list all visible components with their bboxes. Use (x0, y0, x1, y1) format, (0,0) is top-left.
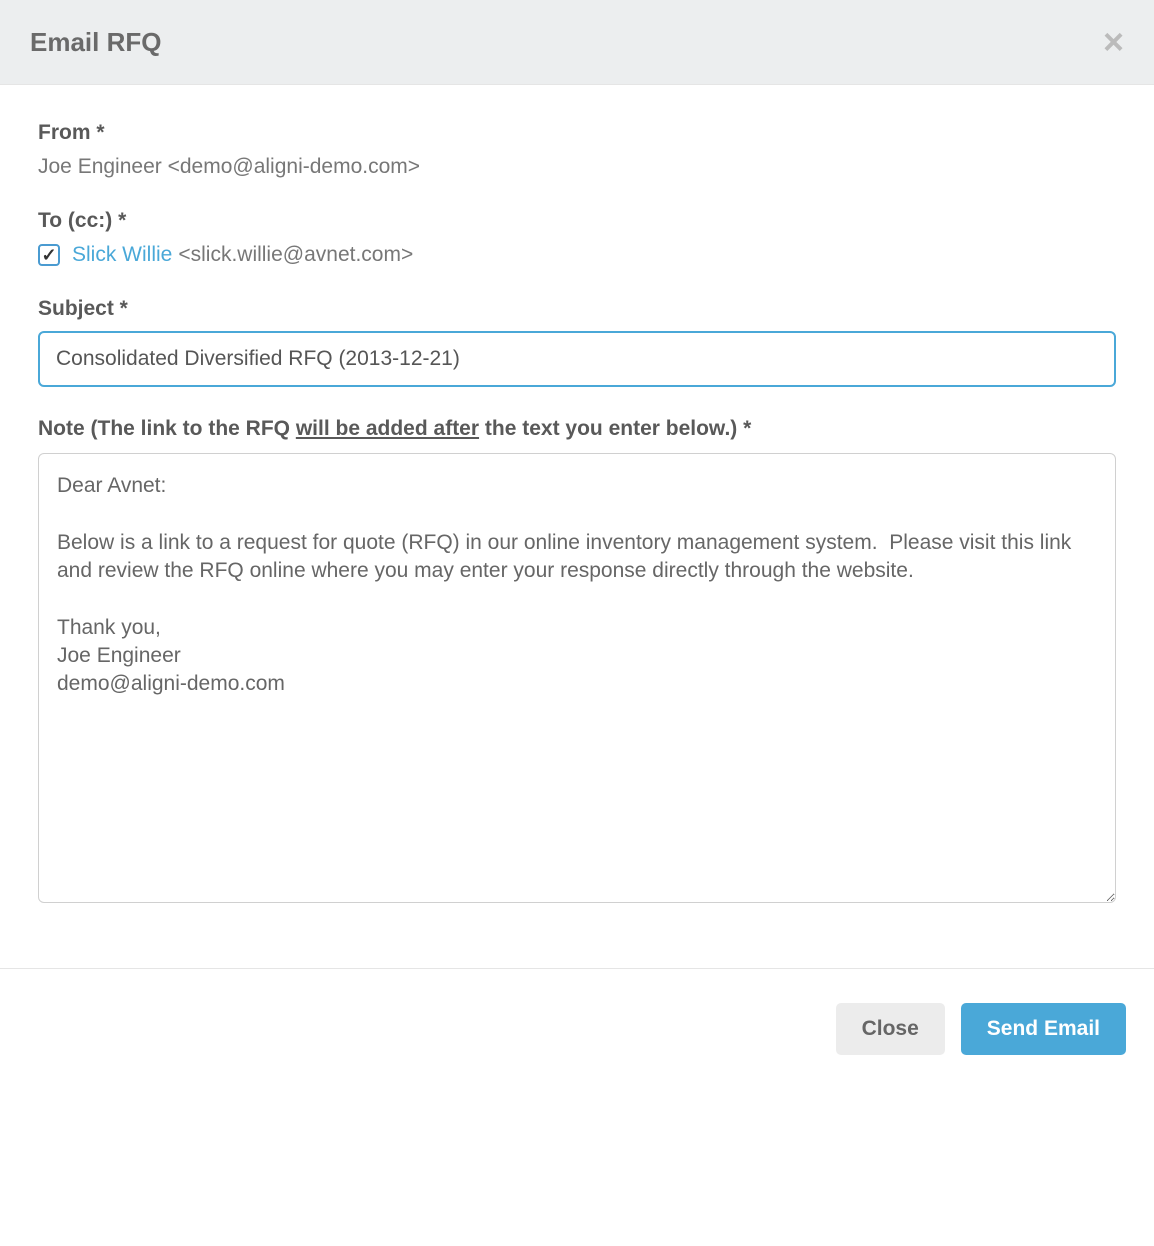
send-email-button[interactable]: Send Email (961, 1003, 1126, 1055)
to-field-group: To (cc:) * Slick Willie <slick.willie@av… (38, 209, 1116, 267)
to-label: To (cc:) * (38, 209, 1116, 233)
from-label: From * (38, 121, 1116, 145)
note-label: Note (The link to the RFQ will be added … (38, 417, 1116, 441)
from-field-group: From * Joe Engineer <demo@aligni-demo.co… (38, 121, 1116, 179)
recipient-row: Slick Willie <slick.willie@avnet.com> (38, 243, 1116, 267)
close-button[interactable]: Close (836, 1003, 945, 1055)
modal-title: Email RFQ (30, 27, 161, 58)
subject-label: Subject * (38, 297, 1116, 321)
close-icon[interactable]: × (1103, 24, 1124, 60)
from-value: Joe Engineer <demo@aligni-demo.com> (38, 155, 1116, 179)
subject-field-group: Subject * (38, 297, 1116, 387)
recipient-checkbox[interactable] (38, 244, 60, 266)
modal-header: Email RFQ × (0, 0, 1154, 85)
recipient-email: <slick.willie@avnet.com> (178, 243, 413, 267)
recipient-name-link[interactable]: Slick Willie (72, 243, 172, 267)
note-field-group: Note (The link to the RFQ will be added … (38, 417, 1116, 908)
note-label-underlined: will be added after (296, 417, 479, 440)
modal-body: From * Joe Engineer <demo@aligni-demo.co… (0, 85, 1154, 968)
note-textarea[interactable] (38, 453, 1116, 903)
subject-input[interactable] (38, 331, 1116, 387)
note-label-prefix: Note (The link to the RFQ (38, 417, 296, 440)
modal-footer: Close Send Email (0, 968, 1154, 1083)
note-label-suffix: the text you enter below.) * (479, 417, 751, 440)
email-rfq-modal: Email RFQ × From * Joe Engineer <demo@al… (0, 0, 1154, 1083)
